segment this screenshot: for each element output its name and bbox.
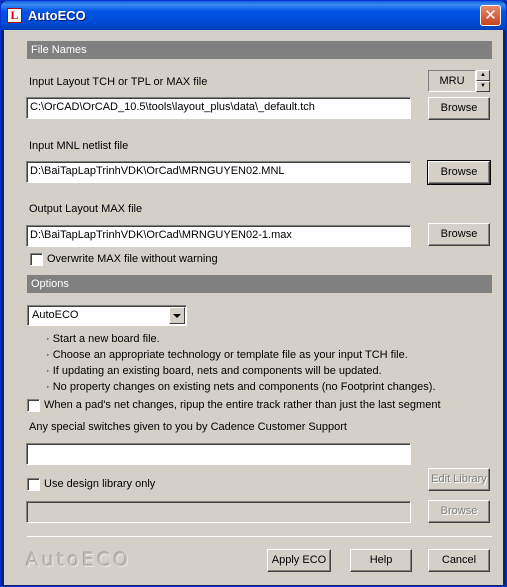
dialog-body: File Names Input Layout TCH or TPL or MA… (4, 30, 503, 585)
help-button[interactable]: Help (350, 549, 412, 572)
mode-note: · Start a new board file. (46, 333, 160, 345)
title-bar[interactable]: L AutoECO ✕ (1, 1, 506, 30)
file-names-header: File Names (27, 41, 492, 59)
mode-note: · Choose an appropriate technology or te… (46, 349, 408, 361)
mru-up-button[interactable]: ▲ (476, 70, 490, 81)
mru-down-button[interactable]: ▼ (476, 81, 490, 92)
switches-label: Any special switches given to you by Cad… (29, 421, 347, 433)
mode-note: · If updating an existing board, nets an… (46, 365, 382, 377)
design-library-field[interactable] (26, 501, 411, 523)
overwrite-label: Overwrite MAX file without warning (47, 253, 218, 265)
chevron-down-icon[interactable] (169, 307, 185, 324)
mode-select-value: AutoECO (32, 309, 79, 321)
close-button[interactable]: ✕ (480, 5, 501, 26)
input-netlist-field[interactable]: D:\BaiTapLapTrinhVDK\OrCad\MRNGUYEN02.MN… (26, 161, 411, 183)
cancel-button[interactable]: Cancel (428, 549, 490, 572)
ripup-label: When a pad's net changes, ripup the enti… (44, 399, 441, 411)
mode-note: · No property changes on existing nets a… (46, 381, 436, 393)
close-icon: ✕ (484, 6, 497, 24)
edit-library-button[interactable]: Edit Library (428, 468, 490, 491)
design-library-label: Use design library only (44, 478, 156, 490)
input-layout-label: Input Layout TCH or TPL or MAX file (29, 76, 208, 88)
options-header: Options (27, 275, 492, 293)
output-layout-field[interactable]: D:\BaiTapLapTrinhVDK\OrCad\MRNGUYEN02-1.… (26, 225, 411, 247)
ripup-checkbox[interactable] (27, 399, 40, 412)
mode-select[interactable]: AutoECO (27, 305, 187, 326)
autoeco-dialog: L AutoECO ✕ File Names Input Layout TCH … (0, 0, 507, 587)
design-library-checkbox[interactable] (27, 478, 40, 491)
footer-divider (27, 536, 492, 537)
input-layout-field[interactable]: C:\OrCAD\OrCAD_10.5\tools\layout_plus\da… (26, 97, 411, 119)
input-netlist-browse-button[interactable]: Browse (427, 160, 491, 185)
input-netlist-label: Input MNL netlist file (29, 140, 129, 152)
output-layout-browse-button[interactable]: Browse (428, 223, 490, 246)
autoeco-watermark: AutoECO (26, 549, 132, 571)
switches-field[interactable] (26, 443, 411, 465)
orcad-icon: L (7, 8, 22, 23)
window-title: AutoECO (28, 8, 86, 23)
mru-field[interactable]: MRU (428, 70, 476, 92)
mode-notes: · Start a new board file. · Choose an ap… (46, 331, 436, 395)
design-library-browse-button[interactable]: Browse (428, 500, 490, 523)
input-layout-browse-button[interactable]: Browse (428, 97, 490, 120)
output-layout-label: Output Layout MAX file (29, 203, 143, 215)
apply-eco-button[interactable]: Apply ECO (267, 549, 331, 572)
overwrite-checkbox[interactable] (30, 253, 43, 266)
